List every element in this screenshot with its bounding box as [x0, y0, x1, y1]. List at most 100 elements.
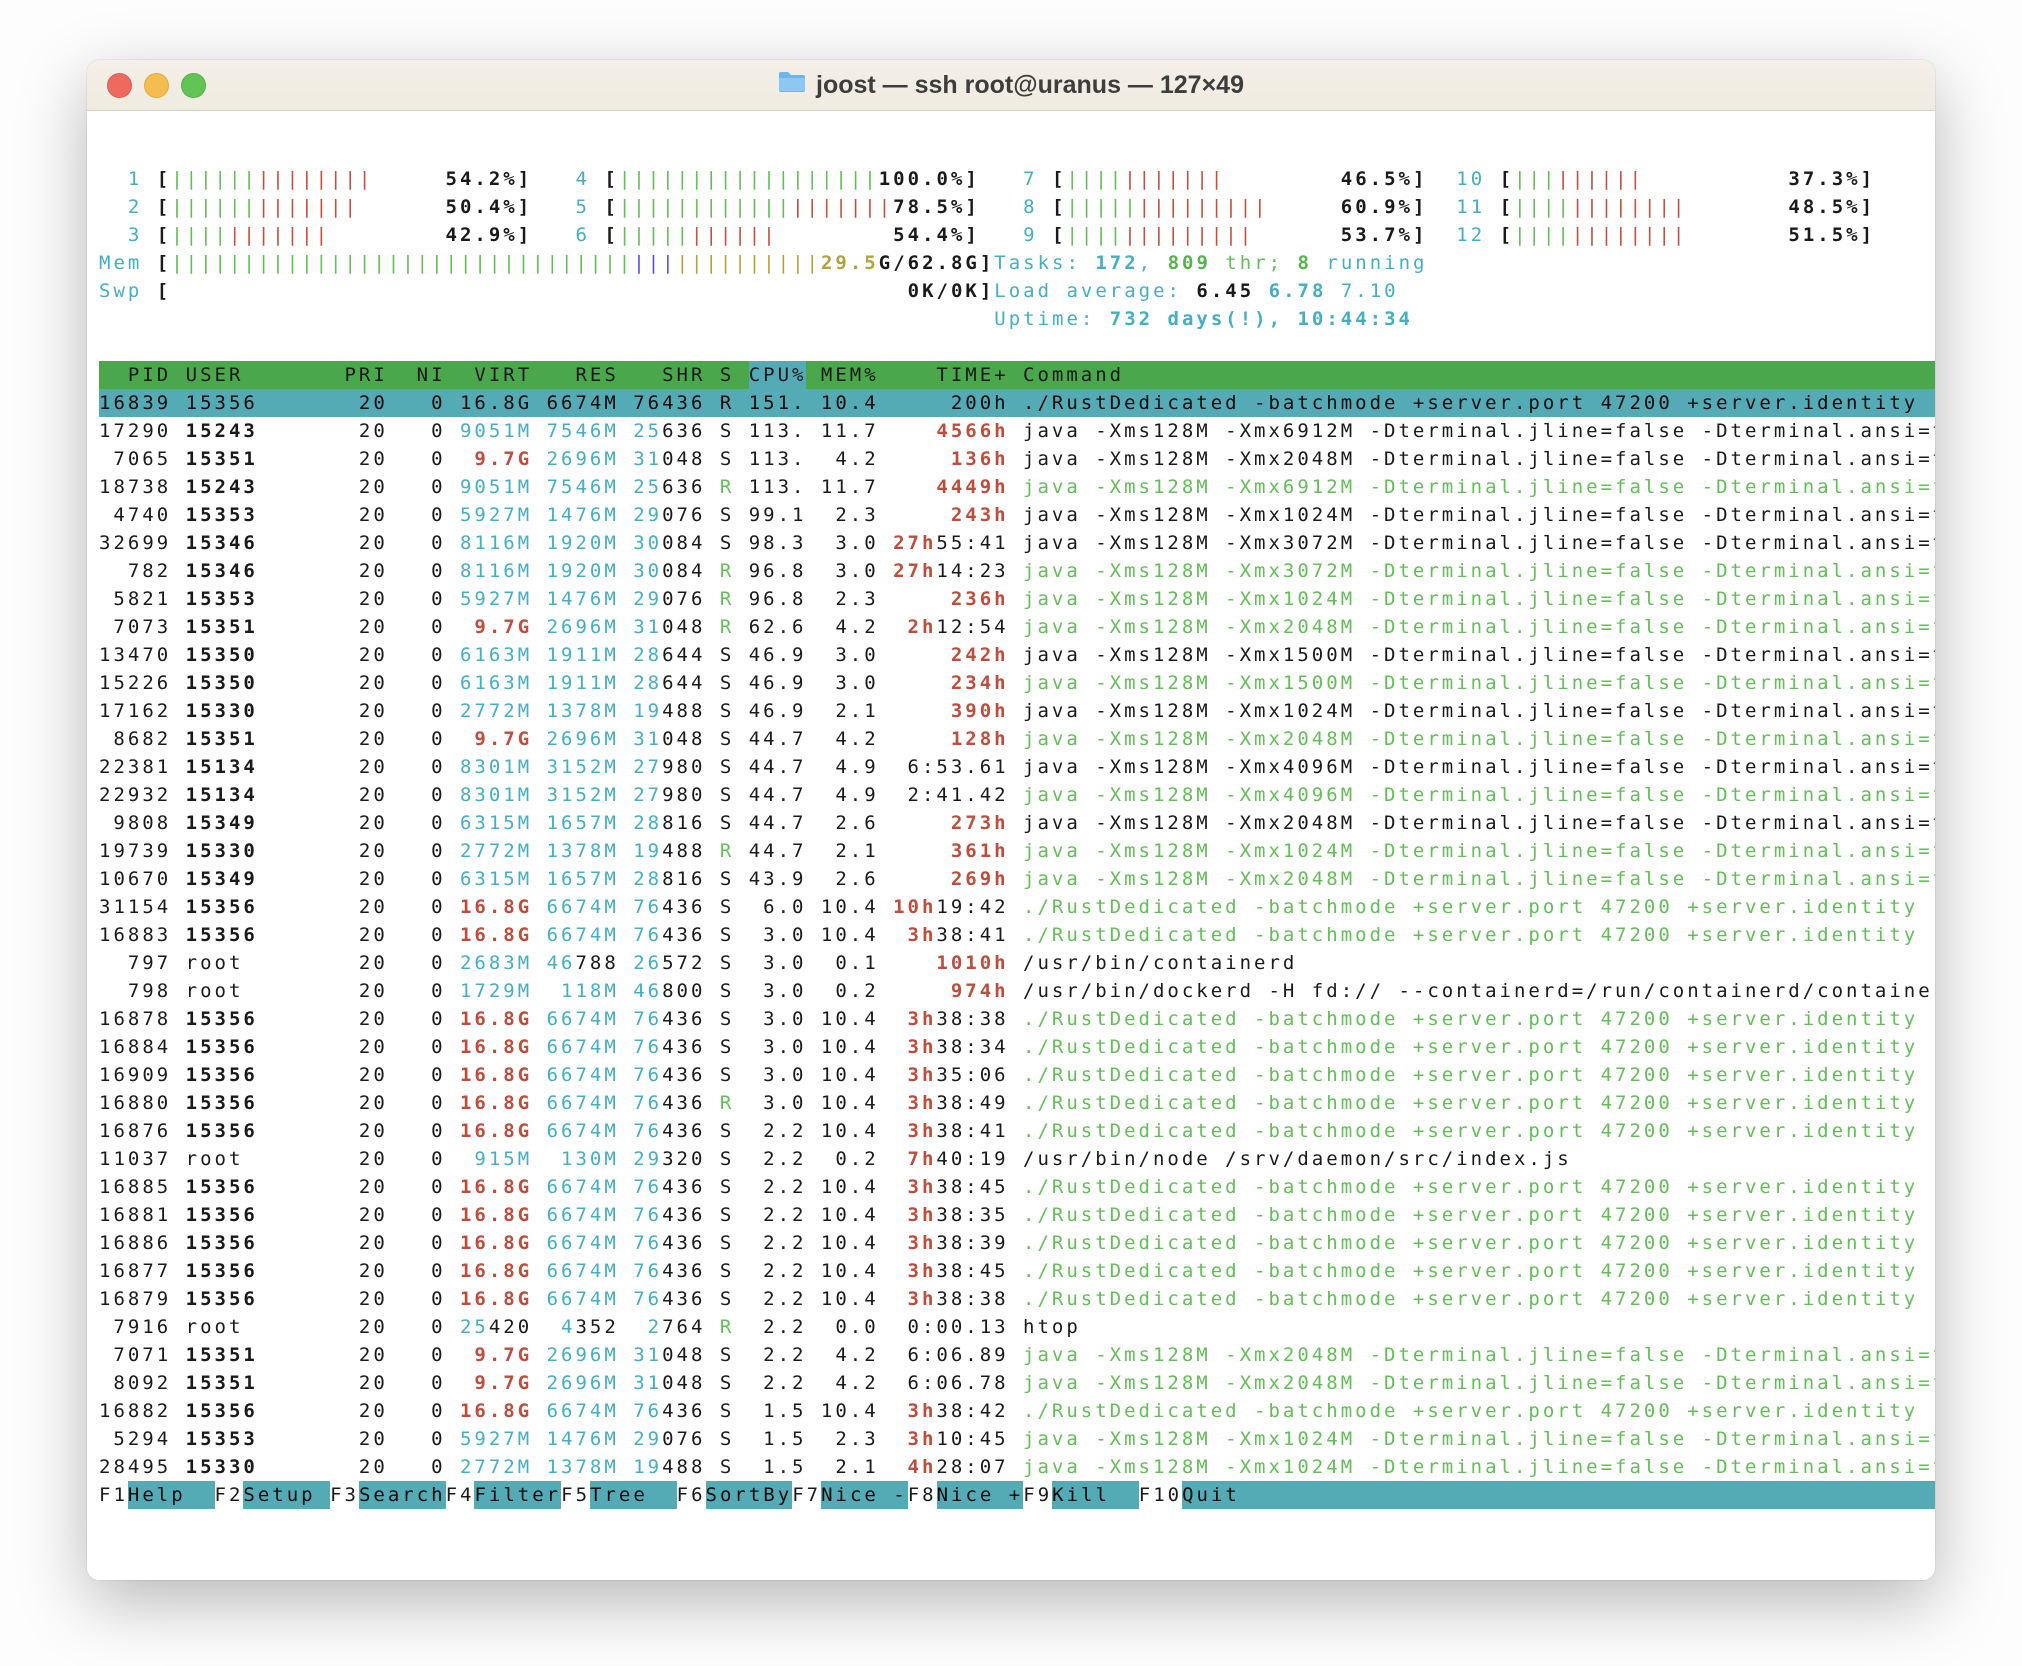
cell-cmd: java -Xms128M -Xmx2048M -Dterminal.jline…	[1023, 1369, 1935, 1397]
cell-shr: 30084	[633, 557, 705, 585]
cell-mem: 4.2	[821, 725, 879, 753]
process-row-selected[interactable]: 168391535620016.8G6674M76436R151.10.4200…	[99, 389, 1935, 417]
process-row[interactable]: 168841535620016.8G6674M76436S3.010.43h38…	[99, 1033, 1935, 1061]
fkey-f2[interactable]: F2Setup	[215, 1481, 331, 1509]
process-row[interactable]: 8682153512009.7G2696M31048S44.74.2128hja…	[99, 725, 1935, 753]
process-row[interactable]: 168811535620016.8G6674M76436S2.210.43h38…	[99, 1201, 1935, 1229]
cell-res: 1657M	[547, 809, 619, 837]
cell-ni: 0	[402, 1425, 445, 1453]
cell-cpu: 44.7	[749, 837, 807, 865]
cell-pid: 16880	[99, 1089, 171, 1117]
cell-time: 3h38:38	[893, 1005, 1009, 1033]
process-row[interactable]: 18738152432009051M7546M25636R113.11.7444…	[99, 473, 1935, 501]
process-row[interactable]: 15226153502006163M1911M28644S46.93.0234h…	[99, 669, 1935, 697]
load-average: Load average: 6.45 6.78 7.10	[994, 277, 1398, 305]
fkey-f5[interactable]: F5Tree	[561, 1481, 677, 1509]
process-row[interactable]: 4740153532005927M1476M29076S99.12.3243hj…	[99, 501, 1935, 529]
cell-virt: 2772M	[460, 837, 532, 865]
cell-mem: 10.4	[821, 1061, 879, 1089]
cell-mem: 3.0	[821, 529, 879, 557]
swap-meter: Swp[0K/0K]	[99, 277, 994, 305]
fkey-f10[interactable]: F10Quit	[1139, 1481, 1240, 1509]
process-row[interactable]: 28495153302002772M1378M19488S1.52.14h28:…	[99, 1453, 1935, 1481]
process-row[interactable]: 169091535620016.8G6674M76436S3.010.43h35…	[99, 1061, 1935, 1089]
cell-pid: 22381	[99, 753, 171, 781]
cell-res: 2696M	[547, 1341, 619, 1369]
cell-pid: 8682	[99, 725, 171, 753]
cell-time: 242h	[893, 641, 1009, 669]
cell-pid: 4740	[99, 501, 171, 529]
process-row[interactable]: 168831535620016.8G6674M76436S3.010.43h38…	[99, 921, 1935, 949]
cell-mem: 2.3	[821, 1425, 879, 1453]
cell-cpu: 2.2	[749, 1229, 807, 1257]
process-row[interactable]: 8092153512009.7G2696M31048S2.24.26:06.78…	[99, 1369, 1935, 1397]
cell-res: 1378M	[547, 1453, 619, 1481]
cell-pri: 20	[344, 1397, 387, 1425]
cell-ni: 0	[402, 529, 445, 557]
zoom-button[interactable]	[181, 73, 206, 98]
process-row[interactable]: 168791535620016.8G6674M76436S2.210.43h38…	[99, 1285, 1935, 1313]
fkey-f6[interactable]: F6SortBy	[677, 1481, 793, 1509]
cell-cpu: 44.7	[749, 809, 807, 837]
cell-s: S	[720, 893, 734, 921]
process-row[interactable]: 13470153502006163M1911M28644S46.93.0242h…	[99, 641, 1935, 669]
process-row[interactable]: 19739153302002772M1378M19488R44.72.1361h…	[99, 837, 1935, 865]
cell-time: 3h38:45	[893, 1257, 1009, 1285]
process-row[interactable]: 311541535620016.8G6674M76436S6.010.410h1…	[99, 893, 1935, 921]
fkey-f7[interactable]: F7Nice -	[792, 1481, 908, 1509]
fkey-f4[interactable]: F4Filter	[446, 1481, 562, 1509]
cpu-meter-8: 8[||||||||||||||60.9%]	[994, 193, 1427, 221]
cell-cmd: java -Xms128M -Xmx2048M -Dterminal.jline…	[1023, 809, 1935, 837]
fkey-f1[interactable]: F1Help	[99, 1481, 215, 1509]
cell-cpu: 113.	[749, 445, 807, 473]
cell-mem: 10.4	[821, 1089, 879, 1117]
fkey-f9[interactable]: F9Kill	[1023, 1481, 1139, 1509]
process-row[interactable]: 7916root2002542043522764R2.20.00:00.13ht…	[99, 1313, 1935, 1341]
cell-cmd: java -Xms128M -Xmx1024M -Dterminal.jline…	[1023, 1453, 1935, 1481]
blank-line	[99, 333, 1935, 361]
process-row[interactable]: 168821535620016.8G6674M76436S1.510.43h38…	[99, 1397, 1935, 1425]
cell-res: 6674M	[547, 1257, 619, 1285]
process-row[interactable]: 798root2001729M118M46800S3.00.2974h/usr/…	[99, 977, 1935, 1005]
minimize-button[interactable]	[144, 73, 169, 98]
process-row[interactable]: 7071153512009.7G2696M31048S2.24.26:06.89…	[99, 1341, 1935, 1369]
process-row[interactable]: 9808153492006315M1657M28816S44.72.6273hj…	[99, 809, 1935, 837]
process-row[interactable]: 10670153492006315M1657M28816S43.92.6269h…	[99, 865, 1935, 893]
cpu-meter-2: 2[|||||||||||||50.4%]	[99, 193, 532, 221]
process-row[interactable]: 168761535620016.8G6674M76436S2.210.43h38…	[99, 1117, 1935, 1145]
cell-time: 273h	[893, 809, 1009, 837]
process-row[interactable]: 22932151342008301M3152M27980S44.74.92:41…	[99, 781, 1935, 809]
close-button[interactable]	[107, 73, 132, 98]
cell-cpu: 6.0	[749, 893, 807, 921]
cell-shr: 31048	[633, 725, 705, 753]
process-row[interactable]: 5821153532005927M1476M29076R96.82.3236hj…	[99, 585, 1935, 613]
process-row[interactable]: 17162153302002772M1378M19488S46.92.1390h…	[99, 697, 1935, 725]
cell-user: 15356	[186, 1201, 330, 1229]
process-row[interactable]: 11037root200915M130M29320S2.20.27h40:19/…	[99, 1145, 1935, 1173]
fkey-f3[interactable]: F3Search	[330, 1481, 446, 1509]
cell-user: 15351	[186, 1341, 330, 1369]
process-row[interactable]: 22381151342008301M3152M27980S44.74.96:53…	[99, 753, 1935, 781]
cell-ni: 0	[402, 1201, 445, 1229]
cell-cpu: 3.0	[749, 921, 807, 949]
process-row[interactable]: 7065153512009.7G2696M31048S113.4.2136hja…	[99, 445, 1935, 473]
cell-shr: 76436	[633, 1089, 705, 1117]
process-row[interactable]: 168861535620016.8G6674M76436S2.210.43h38…	[99, 1229, 1935, 1257]
cell-virt: 16.8G	[460, 921, 532, 949]
cell-time: 4h28:07	[893, 1453, 1009, 1481]
cell-mem: 11.7	[821, 473, 879, 501]
cell-res: 6674M	[547, 1117, 619, 1145]
process-row[interactable]: 168781535620016.8G6674M76436S3.010.43h38…	[99, 1005, 1935, 1033]
process-row[interactable]: 797root2002683M4678826572S3.00.11010h/us…	[99, 949, 1935, 977]
process-row[interactable]: 168801535620016.8G6674M76436R3.010.43h38…	[99, 1089, 1935, 1117]
process-row[interactable]: 7073153512009.7G2696M31048R62.64.22h12:5…	[99, 613, 1935, 641]
cell-s: S	[720, 1117, 734, 1145]
process-row[interactable]: 782153462008116M1920M30084R96.83.027h14:…	[99, 557, 1935, 585]
process-row[interactable]: 168851535620016.8G6674M76436S2.210.43h38…	[99, 1173, 1935, 1201]
cell-user: 15330	[186, 1453, 330, 1481]
process-row[interactable]: 17290152432009051M7546M25636S113.11.7456…	[99, 417, 1935, 445]
fkey-f8[interactable]: F8Nice +	[908, 1481, 1024, 1509]
process-row[interactable]: 32699153462008116M1920M30084S98.33.027h5…	[99, 529, 1935, 557]
process-row[interactable]: 5294153532005927M1476M29076S1.52.33h10:4…	[99, 1425, 1935, 1453]
process-row[interactable]: 168771535620016.8G6674M76436S2.210.43h38…	[99, 1257, 1935, 1285]
